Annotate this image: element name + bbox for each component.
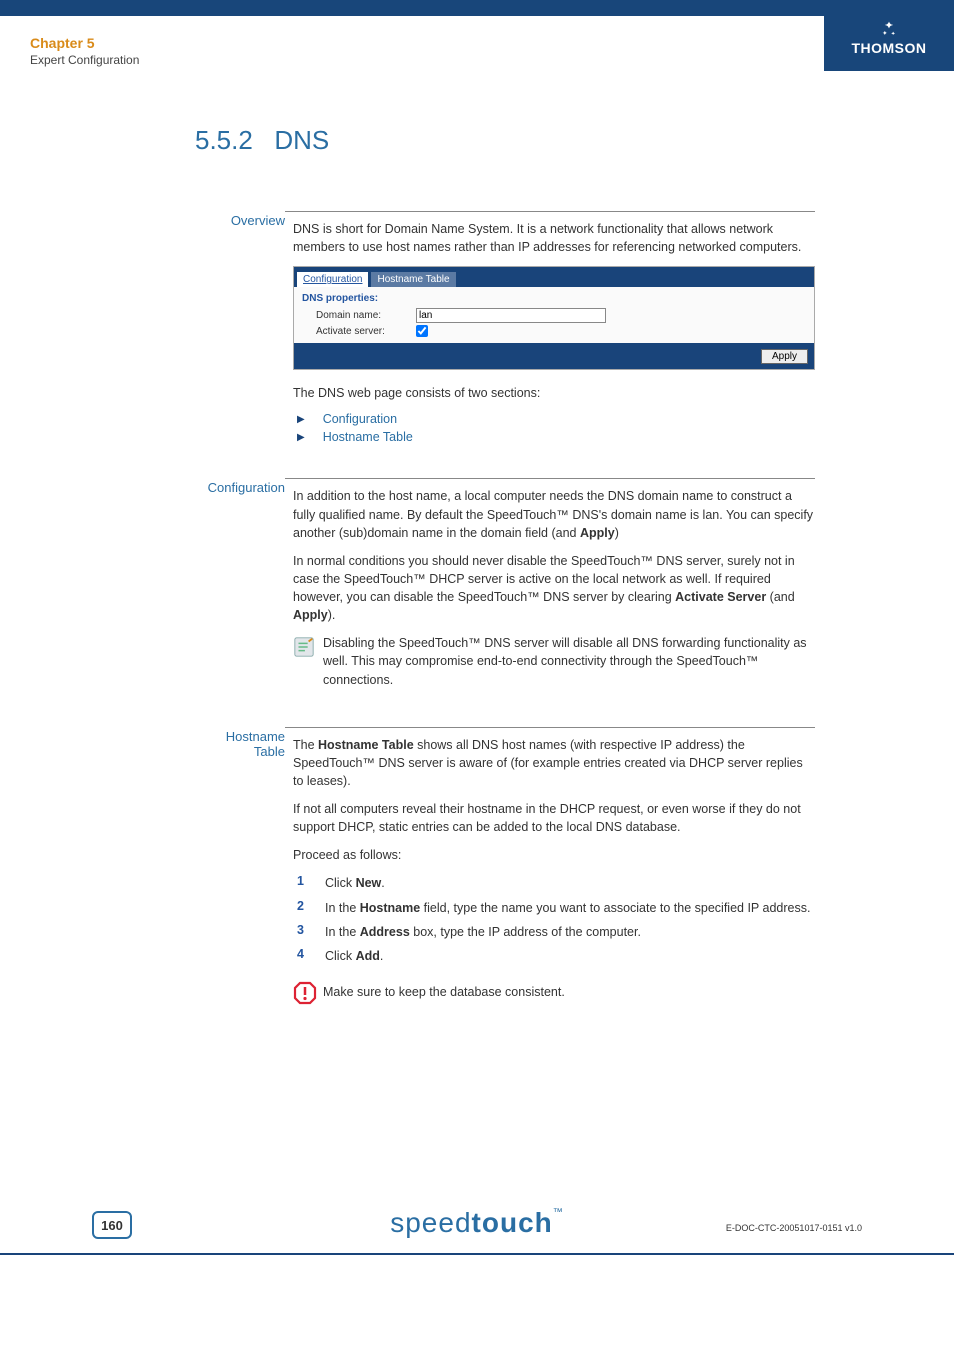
two-sections-text: The DNS web page consists of two section… xyxy=(293,384,815,402)
note-icon xyxy=(293,634,323,688)
warning-text: Make sure to keep the database consisten… xyxy=(323,979,815,1008)
activate-server-label: Activate server: xyxy=(316,326,416,337)
step-1: 1Click New. xyxy=(297,874,815,892)
arrow-icon: ▶ xyxy=(297,414,305,425)
step-4: 4Click Add. xyxy=(297,947,815,965)
brand-logo-box: THOMSON xyxy=(824,16,954,71)
logo-bold: touch xyxy=(472,1207,553,1238)
overview-label: Overview xyxy=(195,211,285,448)
footer-bar xyxy=(0,1253,954,1255)
domain-name-label: Domain name: xyxy=(316,310,416,321)
configuration-label: Configuration xyxy=(195,478,285,696)
header-bar xyxy=(0,0,954,16)
warning-icon xyxy=(293,979,323,1008)
trademark-icon: ™ xyxy=(553,1207,564,1218)
step-number: 1 xyxy=(297,874,325,892)
step-number: 2 xyxy=(297,899,325,917)
note-text: Disabling the SpeedTouch™ DNS server wil… xyxy=(323,634,815,688)
brand-text: THOMSON xyxy=(824,40,954,56)
text: In the xyxy=(325,901,360,915)
bold-activate-server: Activate Server xyxy=(675,590,766,604)
hostname-p1: The Hostname Table shows all DNS host na… xyxy=(293,736,815,790)
bullet-text: Configuration xyxy=(323,412,397,426)
text: ) xyxy=(615,526,619,540)
text: . xyxy=(381,876,384,890)
config-p1: In addition to the host name, a local co… xyxy=(293,487,815,541)
chapter-block: Chapter 5 Expert Configuration xyxy=(30,35,139,67)
domain-name-input[interactable] xyxy=(416,308,606,323)
text: The xyxy=(293,738,318,752)
bold-address: Address xyxy=(360,925,410,939)
text: Click xyxy=(325,876,356,890)
tab-configuration[interactable]: Configuration xyxy=(296,271,369,287)
step-number: 3 xyxy=(297,923,325,941)
text: In the xyxy=(325,925,360,939)
text: In addition to the host name, a local co… xyxy=(293,489,813,539)
chapter-title: Chapter 5 xyxy=(30,35,139,51)
dns-properties-heading: DNS properties: xyxy=(302,293,806,304)
bullet-configuration: ▶ Configuration xyxy=(297,412,815,426)
bold-add: Add xyxy=(356,949,380,963)
config-p2: In normal conditions you should never di… xyxy=(293,552,815,625)
text: ). xyxy=(328,608,336,622)
logo-thin: speed xyxy=(390,1207,471,1238)
brand-icon xyxy=(879,20,899,40)
hostname-p2: If not all computers reveal their hostna… xyxy=(293,800,815,836)
bold-apply: Apply xyxy=(580,526,615,540)
proceed-text: Proceed as follows: xyxy=(293,846,815,864)
apply-button[interactable]: Apply xyxy=(761,349,808,364)
bold-new: New xyxy=(356,876,382,890)
bold-apply: Apply xyxy=(293,608,328,622)
arrow-icon: ▶ xyxy=(297,432,305,443)
dns-config-screenshot: Configuration Hostname Table DNS propert… xyxy=(293,266,815,370)
note-callout: Disabling the SpeedTouch™ DNS server wil… xyxy=(293,634,815,688)
bold-hostname-table: Hostname Table xyxy=(318,738,414,752)
hostname-label: Hostname Table xyxy=(195,727,285,1016)
text: box, type the IP address of the computer… xyxy=(410,925,641,939)
text: Click xyxy=(325,949,356,963)
tab-hostname-table[interactable]: Hostname Table xyxy=(371,272,455,287)
step-2: 2In the Hostname field, type the name yo… xyxy=(297,899,815,917)
text: field, type the name you want to associa… xyxy=(420,901,810,915)
step-3: 3In the Address box, type the IP address… xyxy=(297,923,815,941)
activate-server-checkbox[interactable] xyxy=(416,325,428,337)
bold-hostname: Hostname xyxy=(360,901,420,915)
section-heading: 5.5.2 DNS xyxy=(195,125,815,156)
bullet-text: Hostname Table xyxy=(323,430,413,444)
text: . xyxy=(380,949,383,963)
warning-callout: Make sure to keep the database consisten… xyxy=(293,979,815,1008)
step-number: 4 xyxy=(297,947,325,965)
bullet-hostname-table: ▶ Hostname Table xyxy=(297,430,815,444)
doc-id: E-DOC-CTC-20051017-0151 v1.0 xyxy=(726,1223,862,1233)
text: (and xyxy=(766,590,795,604)
chapter-subtitle: Expert Configuration xyxy=(30,53,139,67)
overview-intro: DNS is short for Domain Name System. It … xyxy=(293,220,815,256)
section-title: DNS xyxy=(274,125,329,155)
section-number: 5.5.2 xyxy=(195,125,253,155)
